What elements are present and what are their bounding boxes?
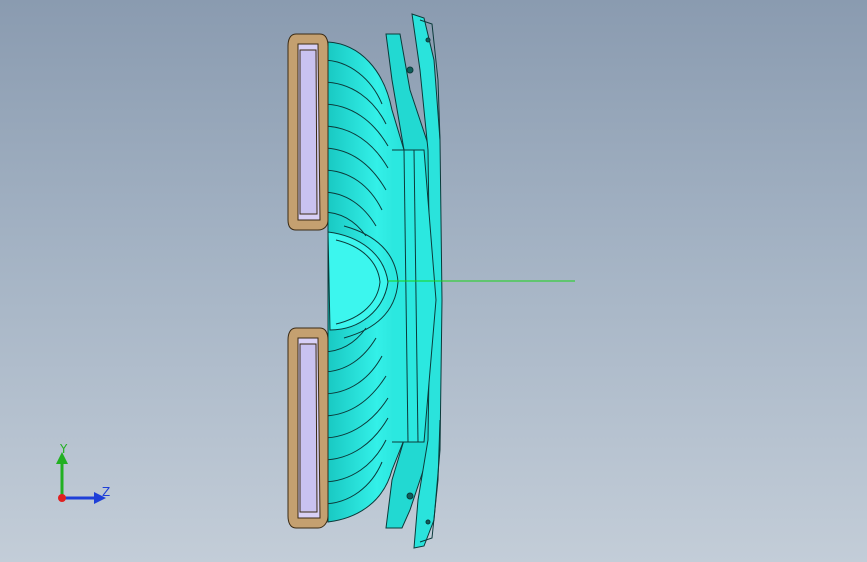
lens-frame-top	[287, 33, 329, 231]
lens-frame-bottom	[287, 327, 329, 529]
graphics-viewport[interactable]: Y Z	[0, 0, 867, 562]
triad-axes	[56, 452, 106, 504]
z-axis-label: Z	[102, 485, 111, 499]
coordinate-triad: Y Z	[44, 438, 124, 518]
origin-icon	[58, 494, 66, 502]
cad-model[interactable]	[0, 0, 867, 562]
y-axis-label: Y	[60, 442, 68, 456]
